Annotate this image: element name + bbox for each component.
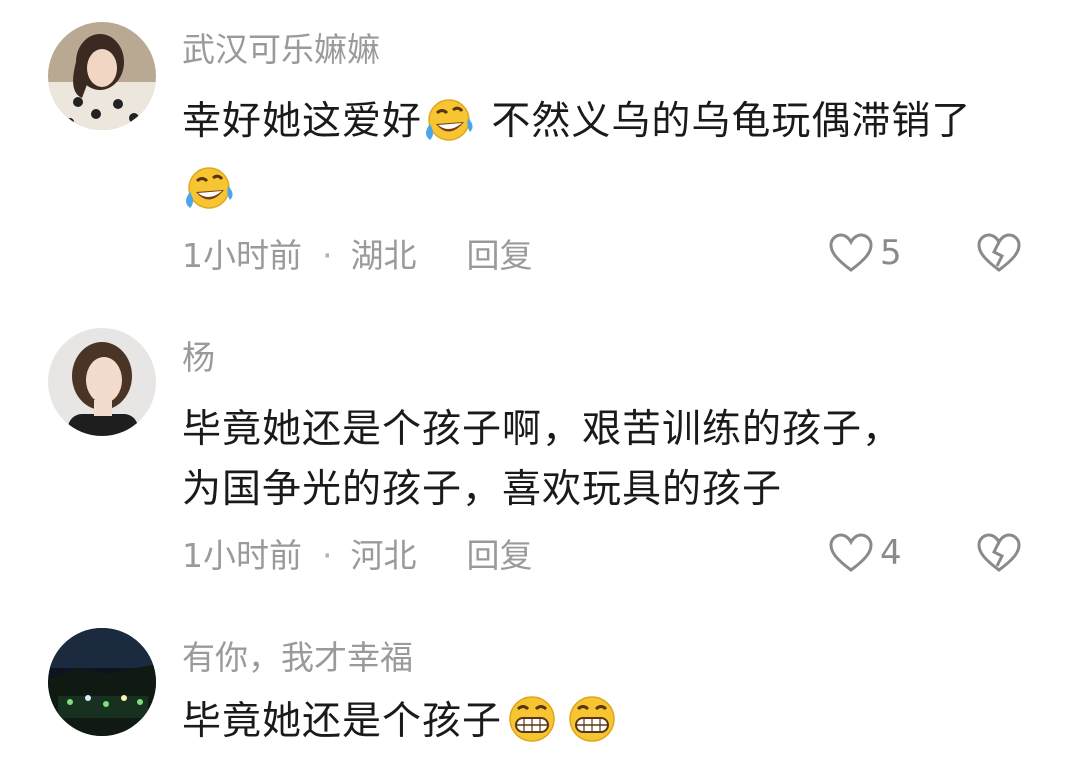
avatar[interactable]: [48, 22, 156, 130]
username[interactable]: 武汉可乐嫲嫲: [182, 30, 380, 70]
comment-text-part: 幸好她这爱好: [182, 99, 423, 144]
comment-text: 毕竟她还是个孩子: [182, 692, 1022, 760]
comment-text: 幸好她这爱好 不然义乌的乌龟玩偶滞销了: [182, 92, 1022, 228]
avatar[interactable]: [48, 628, 156, 736]
meta-separator: ·: [322, 536, 333, 575]
username[interactable]: 杨: [182, 338, 215, 378]
dislike-button[interactable]: [976, 232, 1022, 274]
like-button[interactable]: 4: [828, 532, 902, 574]
avatar[interactable]: [48, 328, 156, 436]
like-count: 5: [880, 233, 902, 273]
dislike-button[interactable]: [976, 532, 1022, 574]
grinning-emoji-icon: [564, 694, 620, 760]
rolling-laugh-emoji-icon: [424, 96, 476, 160]
comment-text: 毕竟她还是个孩子啊，艰苦训练的孩子， 为国争光的孩子，喜欢玩具的孩子: [182, 400, 1022, 520]
timestamp: 1小时前: [182, 236, 302, 275]
comment-meta: 1小时前 · 湖北 回复: [182, 236, 533, 276]
comment-text-line: 为国争光的孩子，喜欢玩具的孩子: [182, 467, 783, 512]
reply-button[interactable]: 回复: [467, 536, 533, 575]
heart-outline-icon: [828, 232, 880, 274]
location: 河北: [350, 536, 417, 575]
comment-text-line: 毕竟她还是个孩子啊，艰苦训练的孩子，: [182, 407, 903, 452]
comment-meta: 1小时前 · 河北 回复: [182, 536, 533, 576]
location: 湖北: [350, 236, 417, 275]
grinning-emoji-icon: [504, 694, 560, 760]
heart-outline-icon: [828, 532, 880, 574]
broken-heart-icon: [976, 232, 1022, 274]
comment-text-part: 不然义乌的乌龟玩偶滞销了: [478, 99, 972, 144]
rolling-laugh-emoji-icon: [184, 164, 236, 228]
comment-text-part: 毕竟她还是个孩子: [182, 699, 503, 744]
reply-button[interactable]: 回复: [467, 236, 533, 275]
broken-heart-icon: [976, 532, 1022, 574]
like-button[interactable]: 5: [828, 232, 902, 274]
meta-separator: ·: [322, 236, 333, 275]
timestamp: 1小时前: [182, 536, 302, 575]
like-count: 4: [880, 533, 902, 573]
username[interactable]: 有你，我才幸福: [182, 638, 413, 678]
